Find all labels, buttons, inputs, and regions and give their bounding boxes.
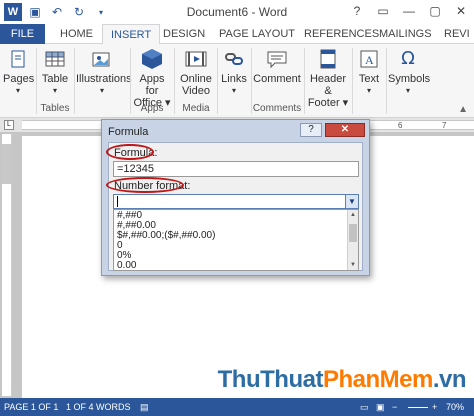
illustrations-icon bbox=[90, 48, 114, 70]
tab-selector[interactable]: L bbox=[4, 120, 14, 130]
title-bar: W ▣ ↶ ↻ ▾ Document6 - Word ? ▭ — ▢ ✕ bbox=[0, 0, 474, 24]
text-cursor bbox=[117, 196, 118, 207]
header-footer-label-1: Header & bbox=[309, 73, 347, 97]
tables-group-label: Tables bbox=[40, 103, 70, 114]
dialog-help-button[interactable]: ? bbox=[300, 123, 322, 137]
tab-home[interactable]: HOME bbox=[52, 24, 101, 44]
media-group-label: Media bbox=[182, 103, 210, 114]
symbols-button[interactable]: Ω Symbols ▾ bbox=[388, 48, 431, 97]
ribbon: Pages ▾ Table ▾ Tables Illustrations ▾ A… bbox=[0, 44, 474, 118]
list-item[interactable]: 0.00 bbox=[117, 261, 136, 271]
symbols-label: Symbols bbox=[388, 73, 431, 85]
word-count[interactable]: 1 OF 4 WORDS bbox=[66, 402, 131, 412]
comment-label: Comment bbox=[253, 73, 301, 85]
tab-mailings[interactable]: MAILINGS bbox=[371, 24, 440, 44]
zoom-out-icon[interactable]: − bbox=[392, 402, 397, 412]
dropdown-arrow-icon[interactable]: ▼ bbox=[345, 195, 358, 208]
office-store-icon bbox=[140, 48, 164, 70]
comment-button[interactable]: Comment bbox=[253, 48, 301, 85]
page-count[interactable]: PAGE 1 OF 1 bbox=[4, 402, 58, 412]
tab-page-layout[interactable]: PAGE LAYOUT bbox=[211, 24, 303, 44]
watermark-logo: ThuThuatPhanMem.vn bbox=[217, 366, 467, 393]
number-format-list[interactable]: #,##0 #,##0.00 $#,##0.00;($#,##0.00) 0 0… bbox=[113, 209, 359, 271]
header-footer-icon bbox=[316, 48, 340, 70]
apps-group-label: Apps bbox=[140, 103, 164, 114]
vertical-ruler[interactable] bbox=[2, 134, 12, 396]
tab-insert[interactable]: INSERT bbox=[102, 24, 161, 45]
comment-icon bbox=[265, 48, 289, 70]
text-box-icon: A bbox=[357, 48, 381, 70]
dialog-title: Formula bbox=[108, 126, 149, 138]
dialog-body: Formula: =12345 Number format: ▼ #,##0 #… bbox=[106, 142, 363, 271]
chevron-down-icon: ▾ bbox=[366, 86, 371, 95]
apps-for-office-button[interactable]: Apps for Office ▾ bbox=[132, 48, 172, 109]
proofing-icon[interactable]: ▤ bbox=[140, 402, 149, 413]
ribbon-display-icon[interactable]: ▭ bbox=[370, 0, 396, 22]
svg-text:A: A bbox=[365, 53, 374, 67]
header-footer-label-2: Footer ▾ bbox=[307, 97, 349, 109]
online-video-label-1: Online bbox=[180, 73, 212, 85]
scroll-up-icon[interactable]: ▲ bbox=[348, 210, 358, 220]
text-button[interactable]: A Text ▾ bbox=[354, 48, 384, 97]
omega-icon: Ω bbox=[401, 48, 415, 69]
illustrations-label: Illustrations bbox=[76, 73, 132, 85]
close-window-icon[interactable]: ✕ bbox=[448, 0, 474, 22]
read-mode-icon[interactable]: ▭ bbox=[360, 402, 369, 413]
illustrations-button[interactable]: Illustrations ▾ bbox=[76, 48, 132, 97]
status-bar: PAGE 1 OF 1 1 OF 4 WORDS ▤ ▭ ▣ − + 70% bbox=[0, 398, 474, 416]
online-video-label-2: Video bbox=[182, 85, 210, 97]
scroll-thumb[interactable] bbox=[349, 224, 357, 242]
link-icon bbox=[222, 48, 246, 70]
zoom-in-icon[interactable]: + bbox=[432, 402, 437, 412]
formula-dialog: Formula ? ✕ Formula: =12345 Number forma… bbox=[101, 119, 370, 276]
maximize-icon[interactable]: ▢ bbox=[422, 0, 448, 22]
tab-file[interactable]: FILE bbox=[0, 24, 45, 44]
tab-design[interactable]: DESIGN bbox=[155, 24, 213, 44]
online-video-button[interactable]: Online Video bbox=[177, 48, 215, 97]
header-footer-button[interactable]: Header & Footer ▾ bbox=[306, 48, 350, 109]
formula-input[interactable]: =12345 bbox=[113, 161, 359, 177]
table-button[interactable]: Table ▾ bbox=[40, 48, 70, 97]
ruler-mark: 7 bbox=[442, 121, 447, 130]
zoom-level[interactable]: 70% bbox=[446, 402, 464, 412]
table-icon bbox=[43, 48, 67, 70]
help-icon[interactable]: ? bbox=[344, 0, 370, 22]
print-layout-icon[interactable]: ▣ bbox=[376, 402, 385, 413]
links-label: Links bbox=[221, 73, 247, 85]
pages-label: Pages bbox=[3, 73, 35, 85]
comments-group-label: Comments bbox=[252, 103, 302, 114]
chevron-down-icon: ▾ bbox=[52, 86, 57, 95]
chevron-down-icon: ▾ bbox=[99, 86, 104, 95]
tab-review[interactable]: REVI bbox=[436, 24, 474, 44]
pages-button[interactable]: Pages ▾ bbox=[3, 48, 35, 97]
scroll-down-icon[interactable]: ▼ bbox=[348, 260, 358, 270]
apps-for-office-label-1: Apps for bbox=[139, 73, 165, 97]
window-controls: ? ▭ — ▢ ✕ bbox=[344, 0, 474, 22]
list-scrollbar[interactable]: ▲ ▼ bbox=[347, 210, 358, 270]
number-format-select[interactable]: ▼ bbox=[113, 194, 359, 209]
chevron-down-icon: ▾ bbox=[405, 86, 410, 95]
ruler-mark: 6 bbox=[398, 121, 403, 130]
text-label: Text bbox=[358, 73, 380, 85]
chevron-down-icon: ▾ bbox=[231, 86, 236, 95]
table-label: Table bbox=[41, 73, 69, 85]
ribbon-tabs: FILE HOME INSERT DESIGN PAGE LAYOUT REFE… bbox=[0, 24, 474, 45]
pages-icon bbox=[6, 48, 30, 70]
video-icon bbox=[184, 48, 208, 70]
collapse-ribbon-icon[interactable]: ▲ bbox=[458, 104, 468, 115]
zoom-slider[interactable] bbox=[408, 407, 428, 408]
chevron-down-icon: ▾ bbox=[15, 86, 20, 95]
dialog-close-button[interactable]: ✕ bbox=[325, 123, 365, 137]
highlight-oval bbox=[106, 177, 184, 193]
minimize-icon[interactable]: — bbox=[396, 0, 422, 22]
highlight-oval bbox=[106, 144, 154, 160]
list-item[interactable]: $#,##0.00;($#,##0.00) bbox=[117, 231, 215, 241]
links-button[interactable]: Links ▾ bbox=[219, 48, 249, 97]
